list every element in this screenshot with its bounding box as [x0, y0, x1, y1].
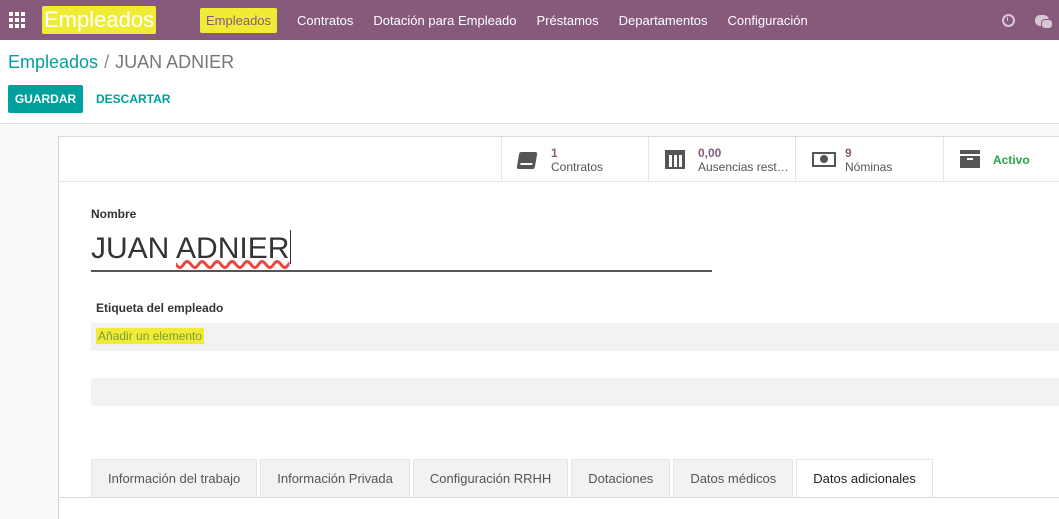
breadcrumb-separator: / — [104, 52, 110, 72]
control-panel: Empleados / JUAN ADNIER GUARDAR DESCARTA… — [0, 40, 1059, 124]
name-input[interactable] — [91, 227, 712, 272]
menu-item-contratos[interactable]: Contratos — [287, 0, 363, 40]
discard-button[interactable]: DESCARTAR — [90, 85, 176, 113]
leaves-smart-button[interactable]: 0,00 Ausencias rest… — [648, 137, 796, 182]
menu-item-dotacion[interactable]: Dotación para Empleado — [363, 0, 526, 40]
breadcrumb-parent-link[interactable]: Empleados — [8, 52, 98, 73]
tab-dotaciones[interactable]: Dotaciones — [571, 459, 671, 498]
payslips-label: Nóminas — [845, 159, 893, 174]
book-icon — [516, 150, 540, 170]
contracts-count: 1 — [551, 145, 558, 160]
contracts-label: Contratos — [551, 159, 604, 174]
app-brand-label: Empleados — [42, 6, 157, 34]
money-icon — [812, 150, 836, 170]
activity-clock-icon[interactable] — [991, 0, 1025, 40]
payslips-smart-button[interactable]: 9 Nóminas — [795, 137, 943, 182]
top-navbar: Empleados Empleados Contratos Dotación p… — [0, 0, 1059, 40]
menu-item-departamentos[interactable]: Departamentos — [609, 0, 718, 40]
tabs-divider — [59, 497, 1059, 498]
systray — [991, 0, 1059, 40]
main-menu: Empleados Contratos Dotación para Emplea… — [190, 0, 818, 40]
menu-item-empleados[interactable]: Empleados — [190, 0, 287, 40]
add-element-link[interactable]: Añadir un elemento — [91, 327, 209, 345]
tag-list-row — [91, 323, 1059, 351]
menu-item-prestamos[interactable]: Préstamos — [527, 0, 609, 40]
employee-tag-label: Etiqueta del empleado — [96, 301, 224, 315]
apps-menu-icon[interactable] — [0, 0, 34, 40]
tag-list-row-empty — [91, 378, 1059, 406]
breadcrumb: Empleados / JUAN ADNIER — [8, 52, 234, 73]
tab-additional-data[interactable]: Datos adicionales — [796, 459, 933, 498]
save-button[interactable]: GUARDAR — [8, 85, 83, 113]
smart-button-box: 1 Contratos 0,00 Ausencias rest… 9 Nómin… — [59, 137, 1059, 182]
form-sheet: 1 Contratos 0,00 Ausencias rest… 9 Nómin… — [58, 136, 1059, 519]
contracts-smart-button[interactable]: 1 Contratos — [501, 137, 649, 182]
archive-icon — [959, 149, 982, 170]
tab-private-information[interactable]: Información Privada — [260, 459, 410, 498]
menu-item-configuracion[interactable]: Configuración — [718, 0, 818, 40]
leaves-count: 0,00 — [698, 145, 722, 160]
leaves-label: Ausencias rest… — [698, 159, 789, 174]
active-toggle-button[interactable]: Activo — [943, 137, 1059, 182]
name-field-label: Nombre — [91, 207, 137, 221]
active-status-label: Activo — [993, 152, 1030, 167]
tab-medical-data[interactable]: Datos médicos — [673, 459, 794, 498]
payslips-count: 9 — [845, 145, 852, 160]
calendar-icon — [665, 149, 687, 170]
tab-hr-settings[interactable]: Configuración RRHH — [412, 459, 569, 498]
form-tabs: Información del trabajo Información Priv… — [91, 459, 936, 498]
breadcrumb-current: JUAN ADNIER — [115, 52, 235, 72]
tab-work-information[interactable]: Información del trabajo — [91, 459, 258, 498]
discuss-chat-icon[interactable] — [1025, 0, 1059, 40]
app-brand: Empleados — [38, 4, 160, 36]
